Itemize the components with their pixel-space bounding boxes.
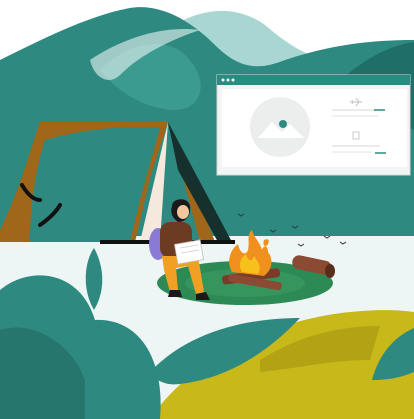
person-shoe — [168, 290, 182, 297]
browser-content — [222, 89, 407, 167]
browser-dot — [226, 78, 230, 82]
image-placeholder-icon — [250, 97, 310, 157]
browser-dot — [231, 78, 235, 82]
log-end — [325, 264, 335, 278]
browser-window — [216, 74, 411, 176]
person-face — [177, 205, 189, 219]
camping-illustration — [0, 7, 414, 419]
browser-title-bar — [217, 75, 410, 85]
thumbnail-sun — [279, 120, 287, 128]
browser-dot — [221, 78, 225, 82]
